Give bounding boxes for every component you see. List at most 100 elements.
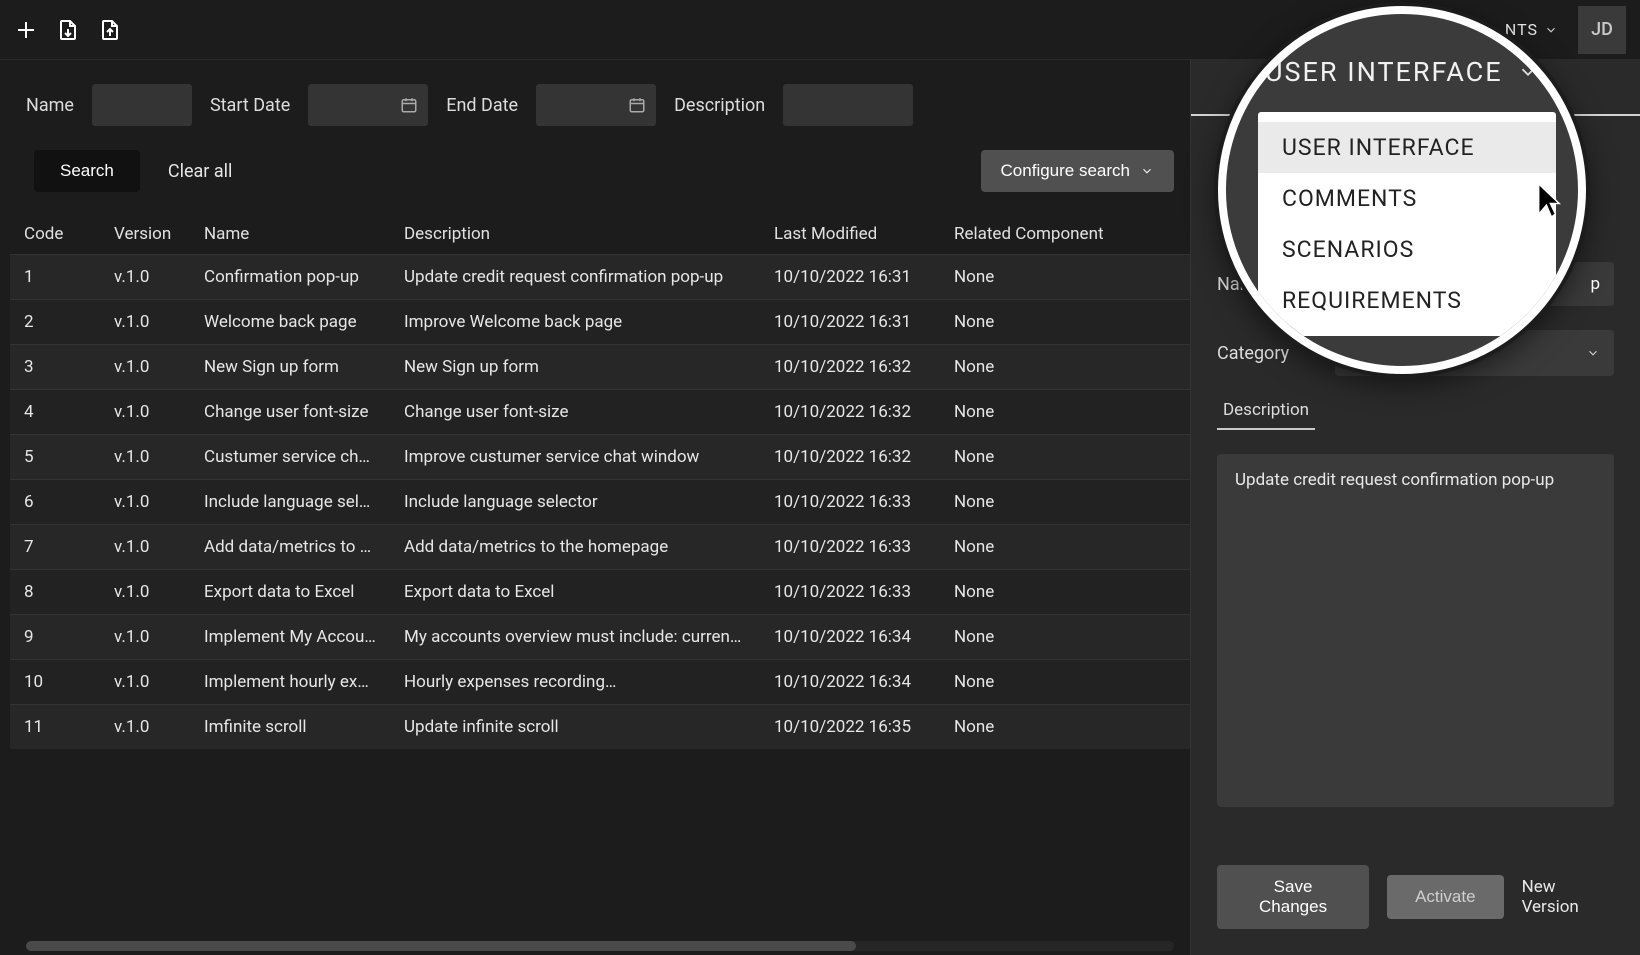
table-cell: Confirmation pop-up xyxy=(190,255,390,300)
list-pane: Name Start Date End Date Description Sea… xyxy=(0,60,1190,955)
table-cell: 10/10/2022 16:31 xyxy=(760,300,940,345)
clear-all-button[interactable]: Clear all xyxy=(168,161,233,182)
table-cell: 10/10/2022 16:32 xyxy=(760,345,940,390)
panel-selector-option[interactable]: REQUIREMENTS xyxy=(1258,275,1556,326)
table-cell: New Sign up form xyxy=(390,345,760,390)
table-cell: 3 xyxy=(10,345,100,390)
column-header[interactable]: Last Modified xyxy=(760,214,940,255)
chevron-down-icon xyxy=(1140,164,1154,178)
table-cell: 8 xyxy=(10,570,100,615)
table-row[interactable]: 10v.1.0Implement hourly exp…Hourly expen… xyxy=(10,660,1190,705)
column-header[interactable]: Name xyxy=(190,214,390,255)
filter-start-label: Start Date xyxy=(210,95,290,116)
table-cell: Change user font-size xyxy=(390,390,760,435)
table-cell: 10/10/2022 16:34 xyxy=(760,660,940,705)
table-cell: Update credit request confirmation pop-u… xyxy=(390,255,760,300)
table-cell: v.1.0 xyxy=(100,660,190,705)
table-row[interactable]: 2v.1.0Welcome back pageImprove Welcome b… xyxy=(10,300,1190,345)
table-cell: 10/10/2022 16:33 xyxy=(760,570,940,615)
description-textarea[interactable]: Update credit request confirmation pop-u… xyxy=(1217,454,1614,807)
activate-button[interactable]: Activate xyxy=(1387,875,1503,919)
table-cell: Custumer service chat … xyxy=(190,435,390,480)
table-cell: 4 xyxy=(10,390,100,435)
table-cell: Update infinite scroll xyxy=(390,705,760,750)
table-cell: Change user font-size xyxy=(190,390,390,435)
table-cell: 10/10/2022 16:32 xyxy=(760,390,940,435)
panel-selector-option[interactable]: COMMENTS xyxy=(1258,173,1556,224)
calendar-icon xyxy=(628,96,646,114)
table-cell: Add data/metrics to the homepage xyxy=(390,525,760,570)
table-cell: 10/10/2022 16:33 xyxy=(760,525,940,570)
scrollbar-thumb[interactable] xyxy=(26,941,856,951)
filter-name-input[interactable] xyxy=(92,84,192,126)
table-cell: None xyxy=(940,615,1190,660)
detail-name-value: p xyxy=(1590,274,1600,294)
table-cell: None xyxy=(940,705,1190,750)
table-cell: 10 xyxy=(10,660,100,705)
filter-name-label: Name xyxy=(26,95,74,116)
table-cell: Improve custumer service chat window xyxy=(390,435,760,480)
new-version-button[interactable]: New Version xyxy=(1522,877,1614,917)
table-cell: 10/10/2022 16:33 xyxy=(760,480,940,525)
filter-start-input[interactable] xyxy=(308,84,428,126)
table-cell: v.1.0 xyxy=(100,525,190,570)
table-cell: None xyxy=(940,570,1190,615)
filter-end-input[interactable] xyxy=(536,84,656,126)
column-header[interactable]: Version xyxy=(100,214,190,255)
table-cell: None xyxy=(940,390,1190,435)
table-cell: v.1.0 xyxy=(100,255,190,300)
table-row[interactable]: 4v.1.0Change user font-sizeChange user f… xyxy=(10,390,1190,435)
calendar-icon xyxy=(400,96,418,114)
table-row[interactable]: 11v.1.0Imfinite scrollUpdate infinite sc… xyxy=(10,705,1190,750)
top-dropdown[interactable]: NTS xyxy=(1505,20,1558,39)
table-cell: v.1.0 xyxy=(100,570,190,615)
configure-search-button[interactable]: Configure search xyxy=(981,150,1174,192)
avatar[interactable]: JD xyxy=(1578,6,1626,54)
top-dropdown-label: NTS xyxy=(1505,20,1538,39)
table-cell: None xyxy=(940,300,1190,345)
table-row[interactable]: 5v.1.0Custumer service chat …Improve cus… xyxy=(10,435,1190,480)
panel-selector-option[interactable]: SCENARIOS xyxy=(1258,224,1556,275)
table-row[interactable]: 3v.1.0New Sign up formNew Sign up form10… xyxy=(10,345,1190,390)
table-cell: 1 xyxy=(10,255,100,300)
table-cell: 10/10/2022 16:31 xyxy=(760,255,940,300)
column-header[interactable]: Description xyxy=(390,214,760,255)
table-row[interactable]: 7v.1.0Add data/metrics to th…Add data/me… xyxy=(10,525,1190,570)
description-tab[interactable]: Description xyxy=(1217,400,1315,430)
import-file-icon[interactable] xyxy=(56,18,80,42)
table-cell: Hourly expenses recording… xyxy=(390,660,760,705)
chevron-down-icon xyxy=(1517,61,1539,83)
filter-bar: Name Start Date End Date Description xyxy=(10,60,1190,150)
configure-search-label: Configure search xyxy=(1001,161,1130,181)
table-cell: 7 xyxy=(10,525,100,570)
horizontal-scrollbar[interactable] xyxy=(26,941,1174,951)
table-row[interactable]: 6v.1.0Include language selec…Include lan… xyxy=(10,480,1190,525)
table-row[interactable]: 1v.1.0Confirmation pop-upUpdate credit r… xyxy=(10,255,1190,300)
table-cell: New Sign up form xyxy=(190,345,390,390)
table-row[interactable]: 8v.1.0Export data to ExcelExport data to… xyxy=(10,570,1190,615)
table-cell: 11 xyxy=(10,705,100,750)
table-cell: None xyxy=(940,345,1190,390)
table-cell: 10/10/2022 16:34 xyxy=(760,615,940,660)
filter-end-label: End Date xyxy=(446,95,518,116)
panel-selector-label: USER INTERFACE xyxy=(1265,56,1503,88)
table-cell: None xyxy=(940,255,1190,300)
export-file-icon[interactable] xyxy=(98,18,122,42)
table-cell: 5 xyxy=(10,435,100,480)
table-cell: v.1.0 xyxy=(100,615,190,660)
column-header[interactable]: Code xyxy=(10,214,100,255)
column-header[interactable]: Related Component xyxy=(940,214,1190,255)
table-cell: My accounts overview must include: curre… xyxy=(390,615,760,660)
save-changes-button[interactable]: Save Changes xyxy=(1217,865,1369,929)
panel-selector-option[interactable]: USER INTERFACE xyxy=(1258,122,1556,173)
table-row[interactable]: 9v.1.0Implement My Accoun…My accounts ov… xyxy=(10,615,1190,660)
table-cell: Export data to Excel xyxy=(390,570,760,615)
table-cell: v.1.0 xyxy=(100,480,190,525)
plus-icon[interactable] xyxy=(14,18,38,42)
panel-selector-dropdown[interactable]: USER INTERFACE xyxy=(1258,56,1556,88)
filter-desc-input[interactable] xyxy=(783,84,913,126)
table-cell: Improve Welcome back page xyxy=(390,300,760,345)
chevron-down-icon xyxy=(1586,346,1600,360)
table-cell: Export data to Excel xyxy=(190,570,390,615)
search-button[interactable]: Search xyxy=(34,150,140,192)
